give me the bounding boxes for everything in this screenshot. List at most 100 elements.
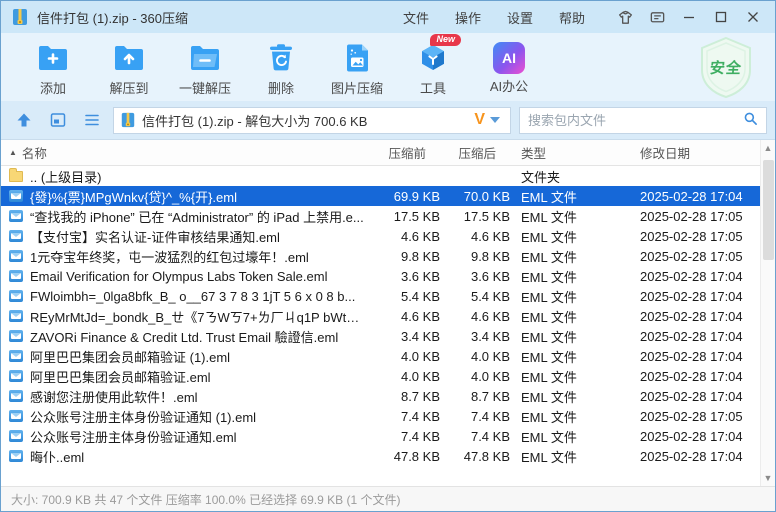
tools-button[interactable]: New 工具 [395,36,471,98]
safe-shield-badge[interactable]: 安全 [695,35,757,99]
column-header-type[interactable]: 类型 [510,143,630,162]
new-badge: New [430,34,461,46]
cell-name: .. (上级目录) [1,167,370,186]
delete-button[interactable]: 删除 [243,36,319,98]
table-row[interactable]: 阿里巴巴集团会员邮箱验证 (1).eml4.0 KB4.0 KBEML 文件20… [1,346,760,366]
window-title: 信件打包 (1).zip - 360压缩 [37,8,188,27]
folder-icon [9,171,23,182]
file-name: 【支付宝】实名认证-证件审核结果通知.eml [30,227,280,246]
safe-label: 安全 [692,35,761,99]
add-button[interactable]: 添加 [15,36,91,98]
file-name: “查找我的 iPhone” 已在 “Administrator” 的 iPad … [30,207,364,226]
column-header-before[interactable]: 压缩前 [356,143,426,162]
cell-type: EML 文件 [510,447,630,466]
scroll-up-icon[interactable]: ▲ [761,140,775,156]
archive-path-field[interactable]: 信件打包 (1).zip - 解包大小为 700.6 KB V [113,107,511,134]
cell-date: 2025-02-28 17:05 [630,229,760,244]
menu-file[interactable]: 文件 [403,8,429,27]
file-list-area: ▲ 名称 压缩前 压缩后 类型 修改日期 .. (上级目录)文件夹{發}%{票}… [1,139,775,486]
cell-before: 4.0 KB [370,349,440,364]
search-box[interactable] [519,107,767,134]
cell-type: EML 文件 [510,267,630,286]
eml-file-icon [9,270,23,282]
cell-after: 4.6 KB [440,229,510,244]
cell-date: 2025-02-28 17:04 [630,369,760,384]
up-directory-icon[interactable] [11,108,37,132]
menu-operation[interactable]: 操作 [455,8,481,27]
file-name: {發}%{票}MPgWnkv{贷}^_%{开}.eml [30,187,237,206]
cell-name: “查找我的 iPhone” 已在 “Administrator” 的 iPad … [1,207,370,226]
cell-type: 文件夹 [510,167,630,186]
scroll-down-icon[interactable]: ▼ [761,470,775,486]
one-click-extract-button[interactable]: 一键解压 [167,36,243,98]
cell-after: 3.6 KB [440,269,510,284]
feedback-icon[interactable] [643,5,671,29]
table-row[interactable]: ZAVORi Finance & Credit Ltd. Trust Email… [1,326,760,346]
table-row[interactable]: FWloimbh=_0lga8bfk_B_ o__67 3 7 8 3 1jT … [1,286,760,306]
toolbar: 添加 解压到 一键解压 [1,33,775,101]
table-row[interactable]: 晦仆..eml47.8 KB47.8 KBEML 文件2025-02-28 17… [1,446,760,466]
table-row[interactable]: “查找我的 iPhone” 已在 “Administrator” 的 iPad … [1,206,760,226]
table-row[interactable]: 1元夺宝年终奖，屯一波猛烈的红包过壕年！.eml9.8 KB9.8 KBEML … [1,246,760,266]
cell-date: 2025-02-28 17:04 [630,289,760,304]
eml-file-icon [9,330,23,342]
file-name: REyMrMtJd=_bondk_B_ㄝ《7ㄋWㄎ7+ㄌ厂ㄐq1P bWtㄅ..… [30,307,370,326]
table-row[interactable]: 感谢您注册使用此软件！.eml8.7 KB8.7 KBEML 文件2025-02… [1,386,760,406]
cell-before: 8.7 KB [370,389,440,404]
menu-settings[interactable]: 设置 [507,8,533,27]
cell-before: 4.6 KB [370,229,440,244]
preview-view-icon[interactable] [45,108,71,132]
app-zip-icon [11,8,29,26]
table-row[interactable]: 【支付宝】实名认证-证件审核结果通知.eml4.6 KB4.6 KBEML 文件… [1,226,760,246]
extract-to-button[interactable]: 解压到 [91,36,167,98]
cell-type: EML 文件 [510,387,630,406]
image-compress-icon [339,40,375,76]
column-header-after[interactable]: 压缩后 [426,143,496,162]
cell-name: FWloimbh=_0lga8bfk_B_ o__67 3 7 8 3 1jT … [1,289,370,304]
cell-date: 2025-02-28 17:04 [630,389,760,404]
cell-type: EML 文件 [510,227,630,246]
cell-type: EML 文件 [510,247,630,266]
list-view-icon[interactable] [79,108,105,132]
cell-type: EML 文件 [510,327,630,346]
cell-name: REyMrMtJd=_bondk_B_ㄝ《7ㄋWㄎ7+ㄌ厂ㄐq1P bWtㄅ..… [1,307,370,326]
cell-date: 2025-02-28 17:04 [630,309,760,324]
column-header-date[interactable]: 修改日期 [630,143,760,162]
extract-to-label: 解压到 [109,78,148,97]
table-row[interactable]: .. (上级目录) 文件夹 [1,166,760,186]
table-row[interactable]: 公众账号注册主体身份验证通知.eml7.4 KB7.4 KBEML 文件2025… [1,426,760,446]
close-button[interactable] [739,5,767,29]
ai-office-icon: AI [493,42,525,74]
one-click-extract-label: 一键解压 [179,78,231,97]
cell-type: EML 文件 [510,307,630,326]
cell-after: 4.0 KB [440,369,510,384]
menu-help[interactable]: 帮助 [559,8,585,27]
cell-date: 2025-02-28 17:04 [630,189,760,204]
search-input[interactable] [528,113,737,128]
cell-name: {發}%{票}MPgWnkv{贷}^_%{开}.eml [1,187,370,206]
eml-file-icon [9,190,23,202]
cell-before: 7.4 KB [370,429,440,444]
cell-after: 7.4 KB [440,409,510,424]
table-row[interactable]: {發}%{票}MPgWnkv{贷}^_%{开}.eml69.9 KB70.0 K… [1,186,760,206]
status-text: 大小: 700.9 KB 共 47 个文件 压缩率 100.0% 已经选择 69… [11,491,400,508]
table-row[interactable]: REyMrMtJd=_bondk_B_ㄝ《7ㄋWㄎ7+ㄌ厂ㄐq1P bWtㄅ..… [1,306,760,326]
cell-name: 公众账号注册主体身份验证通知 (1).eml [1,407,370,426]
maximize-button[interactable] [707,5,735,29]
table-row[interactable]: Email Verification for Olympus Labs Toke… [1,266,760,286]
image-compress-button[interactable]: 图片压缩 [319,36,395,98]
vip-dropdown[interactable]: V [470,111,504,129]
scrollbar-thumb[interactable] [763,160,774,260]
table-row[interactable]: 阿里巴巴集团会员邮箱验证.eml4.0 KB4.0 KBEML 文件2025-0… [1,366,760,386]
cell-date: 2025-02-28 17:05 [630,209,760,224]
file-name: 阿里巴巴集团会员邮箱验证.eml [30,367,211,386]
minimize-button[interactable] [675,5,703,29]
column-header-name[interactable]: 名称 [22,143,47,162]
table-row[interactable]: 公众账号注册主体身份验证通知 (1).eml7.4 KB7.4 KBEML 文件… [1,406,760,426]
vertical-scrollbar[interactable]: ▲ ▼ [760,140,775,486]
ai-office-button[interactable]: AI AI办公 [471,36,547,98]
cell-after: 7.4 KB [440,429,510,444]
file-name: ZAVORi Finance & Credit Ltd. Trust Email… [30,327,338,346]
search-icon[interactable] [743,111,758,129]
skin-theme-icon[interactable] [611,5,639,29]
